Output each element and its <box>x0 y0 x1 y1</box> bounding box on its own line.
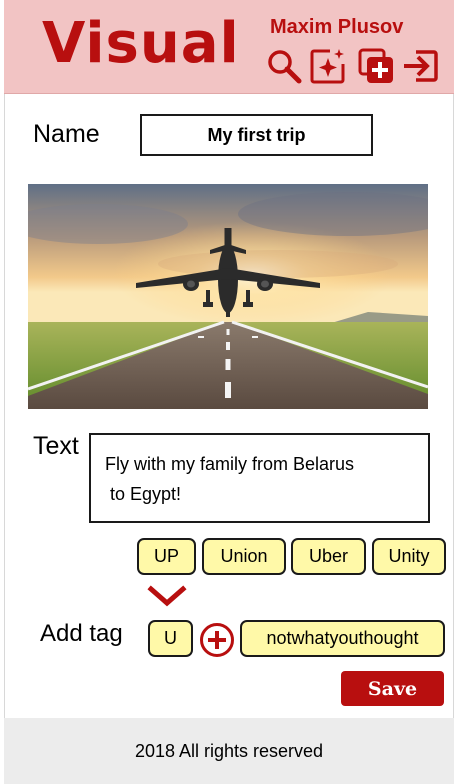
sparkle-add-icon[interactable] <box>310 48 346 84</box>
app-logo[interactable]: Visual <box>42 12 240 76</box>
text-label: Text <box>33 432 79 460</box>
chevron-down-icon[interactable] <box>147 584 187 608</box>
name-label: Name <box>33 120 100 148</box>
add-tag-label: Add tag <box>40 620 123 647</box>
user-name[interactable]: Maxim Plusov <box>270 16 403 39</box>
tag-suggestion-up[interactable]: UP <box>137 538 196 575</box>
tag-input[interactable]: U <box>148 620 193 657</box>
tag-suggestion-unity[interactable]: Unity <box>372 538 446 575</box>
added-tag[interactable]: notwhatyouthought <box>240 620 445 657</box>
tag-suggestion-uber[interactable]: Uber <box>291 538 366 575</box>
tag-suggestion-union[interactable]: Union <box>202 538 286 575</box>
save-button[interactable]: Save <box>341 671 444 706</box>
add-copy-icon[interactable] <box>358 48 394 84</box>
footer: 2018 All rights reserved <box>4 718 454 784</box>
trip-text-area[interactable]: Fly with my family from Belarus to Egypt… <box>89 433 430 523</box>
search-icon[interactable] <box>266 48 302 84</box>
trip-name-field[interactable]: My first trip <box>140 114 373 156</box>
app-header: Visual Maxim Plusov <box>4 0 454 94</box>
sign-in-icon[interactable] <box>402 48 438 84</box>
trip-photo[interactable] <box>28 184 428 409</box>
add-tag-plus-icon[interactable] <box>199 622 235 658</box>
